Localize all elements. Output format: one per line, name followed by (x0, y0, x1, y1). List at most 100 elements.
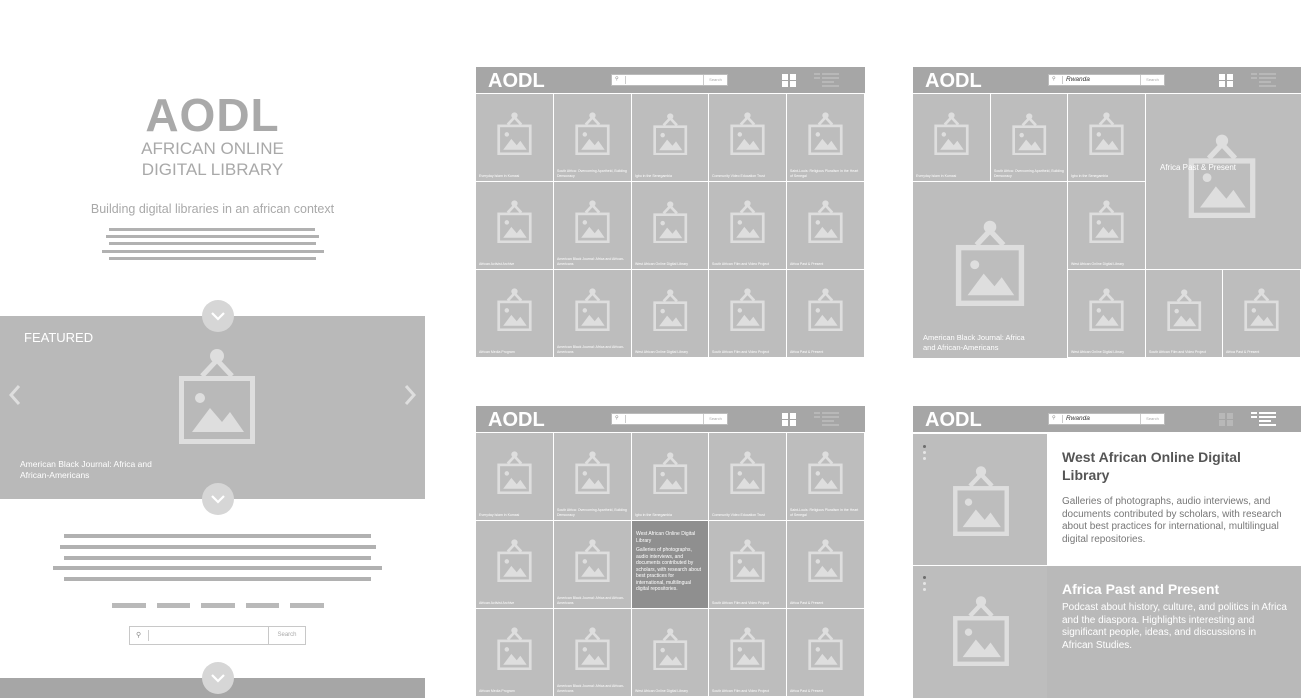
collection-tile[interactable]: West African Online Digital Library (632, 182, 708, 269)
chevron-left-icon[interactable] (8, 380, 22, 410)
list-view-icon[interactable] (1251, 412, 1276, 426)
list-item-detail[interactable]: Africa Past and Present Podcast about hi… (1047, 566, 1301, 698)
collection-tile[interactable]: Everyday Islam in Kumasi (476, 94, 553, 181)
collection-tile[interactable]: African Activist Archive (476, 521, 553, 608)
scroll-down-button[interactable] (202, 483, 234, 515)
collection-tile[interactable]: South Africa: Overcoming Apartheid, Buil… (991, 94, 1067, 181)
collection-tile[interactable]: Igbo in the Senegambia (632, 94, 708, 181)
site-logo[interactable]: AODL (0, 88, 425, 142)
header-logo[interactable]: AODL (488, 409, 545, 432)
collection-tile[interactable]: Africa Past & Present (787, 182, 864, 269)
list-item-title[interactable]: Africa Past and Present (1062, 580, 1292, 598)
grid-view-icon[interactable] (782, 413, 796, 426)
search-divider (1062, 76, 1063, 84)
picture-frame-icon (653, 451, 687, 495)
header-logo[interactable]: AODL (925, 70, 982, 93)
search-query[interactable]: Rwanda (1066, 75, 1090, 85)
collection-tile[interactable]: West African Online Digital Library (1068, 182, 1145, 269)
collection-tile[interactable]: American Black Journal: Africa and Afric… (913, 182, 1067, 358)
list-view-icon[interactable] (814, 412, 839, 426)
tile-caption: Africa Past & Present (790, 688, 824, 693)
placeholder-link[interactable] (201, 603, 235, 608)
collection-tile[interactable]: South African Film and Video Project (1146, 270, 1222, 357)
list-view-mockup: AODL ⚲ Rwanda Search West African Online… (913, 406, 1301, 698)
picture-frame-icon (653, 627, 687, 671)
grid-view-icon[interactable] (1219, 413, 1233, 426)
search-divider (625, 76, 626, 84)
search-box[interactable]: ⚲ Search (129, 626, 306, 645)
search-button[interactable]: Search (268, 627, 305, 644)
header-logo[interactable]: AODL (925, 409, 982, 432)
collection-tile[interactable]: Africa Past & Present (787, 270, 864, 357)
collection-tile[interactable]: West African Online Digital Library (632, 609, 708, 696)
picture-frame-icon (575, 451, 610, 495)
collection-tile[interactable]: American Black Journal: Africa and Afric… (554, 270, 631, 357)
header-search[interactable]: ⚲ Rwanda Search (1048, 413, 1165, 425)
search-query[interactable]: Rwanda (1066, 414, 1090, 424)
collection-tile[interactable]: West African Online Digital Library (632, 270, 708, 357)
collection-tile[interactable]: South African Film and Video Project (709, 182, 786, 269)
collection-tile[interactable]: Africa Past & Present (787, 521, 864, 608)
collection-tile[interactable]: South Africa: Overcoming Apartheid, Buil… (554, 94, 631, 181)
picture-frame-icon (497, 200, 532, 244)
chevron-right-icon[interactable] (403, 380, 417, 410)
scroll-down-button[interactable] (202, 300, 234, 332)
collection-tile[interactable]: West African Online Digital Library Galle… (632, 521, 708, 608)
picture-frame-icon (497, 451, 532, 495)
collection-tile[interactable]: Community Video Education Trust (709, 94, 786, 181)
list-item-description: Galleries of photographs, audio intervie… (1062, 496, 1282, 545)
tile-caption: American Black Journal: Africa and Afric… (557, 257, 625, 266)
header-search[interactable]: ⚲ Search (611, 413, 728, 425)
search-button[interactable]: Search (1140, 75, 1164, 85)
collection-tile[interactable]: Africa Past & Present (787, 609, 864, 696)
collection-tile[interactable]: Saint-Louis: Religious Pluralism in the … (787, 433, 864, 520)
scroll-down-button[interactable] (202, 662, 234, 694)
picture-frame-icon (497, 112, 532, 156)
header-search[interactable]: ⚲ Rwanda Search (1048, 74, 1165, 86)
collection-tile[interactable]: American Black Journal: Africa and Afric… (554, 609, 631, 696)
collection-tile[interactable]: Africa Past & Present (1146, 94, 1301, 269)
list-item-title[interactable]: West African Online Digital Library (1062, 448, 1277, 484)
collection-tile[interactable]: American Black Journal: Africa and Afric… (554, 521, 631, 608)
placeholder-text-line (109, 257, 316, 260)
collection-tile[interactable]: Igbo in the Senegambia (1068, 94, 1145, 181)
placeholder-link[interactable] (157, 603, 190, 608)
tile-caption: South African Film and Video Project (712, 261, 769, 266)
placeholder-link[interactable] (290, 603, 324, 608)
collection-tile[interactable]: Saint-Louis: Religious Pluralism in the … (787, 94, 864, 181)
collection-tile[interactable]: African Activist Archive (476, 182, 553, 269)
collection-tile[interactable]: South African Film and Video Project (709, 521, 786, 608)
collection-tile[interactable]: South Africa: Overcoming Apartheid, Buil… (554, 433, 631, 520)
grid-view-icon[interactable] (1219, 74, 1233, 87)
collection-tile[interactable]: American Black Journal: Africa and Afric… (554, 182, 631, 269)
featured-caption[interactable]: American Black Journal: Africa and Afric… (20, 459, 180, 481)
collection-tile[interactable]: Community Video Education Trust (709, 433, 786, 520)
tile-caption: American Black Journal: Africa and Afric… (557, 684, 625, 693)
app-header: AODL ⚲ Rwanda Search (913, 406, 1301, 432)
placeholder-link[interactable] (112, 603, 146, 608)
collection-tile[interactable]: African Media Program (476, 609, 553, 696)
collection-tile[interactable]: Africa Past & Present (1223, 270, 1300, 357)
list-item-detail-active[interactable]: West African Online Digital Library Gall… (1047, 434, 1301, 565)
placeholder-link[interactable] (246, 603, 279, 608)
collection-tile[interactable]: Everyday Islam in Kumasi (476, 433, 553, 520)
search-button[interactable]: Search (703, 414, 727, 424)
list-view-icon[interactable] (1251, 73, 1276, 87)
collection-tile[interactable]: Everyday Islam in Kumasi (913, 94, 990, 181)
search-button[interactable]: Search (1140, 414, 1164, 424)
picture-frame-icon (575, 112, 610, 156)
collection-tile[interactable]: West African Online Digital Library (1068, 270, 1145, 357)
list-item-description: Podcast about history, culture, and poli… (1062, 602, 1287, 651)
magnifier-icon: ⚲ (1052, 415, 1056, 421)
search-button[interactable]: Search (703, 75, 727, 85)
collection-tile[interactable]: South African Film and Video Project (709, 609, 786, 696)
collection-tile[interactable]: African Media Program (476, 270, 553, 357)
collection-tile[interactable]: South African Film and Video Project (709, 270, 786, 357)
collection-tile[interactable]: Igbo in the Senegambia (632, 433, 708, 520)
header-search[interactable]: ⚲ Search (611, 74, 728, 86)
list-view-icon[interactable] (814, 73, 839, 87)
grid-view-icon[interactable] (782, 74, 796, 87)
header-logo[interactable]: AODL (488, 70, 545, 93)
picture-frame-icon (730, 451, 765, 495)
magnifier-icon: ⚲ (615, 76, 619, 82)
